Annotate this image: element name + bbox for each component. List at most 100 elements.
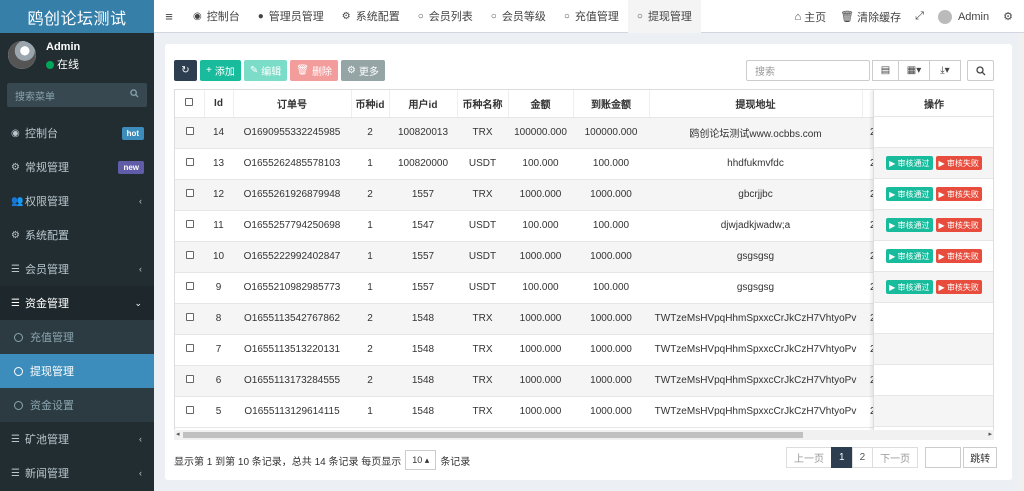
- table-cell: 1547: [389, 210, 457, 242]
- approve-button[interactable]: ▶ 审核通过: [886, 156, 933, 170]
- sidebar-item-fund-settings[interactable]: 资金设置: [0, 388, 154, 422]
- column-header[interactable]: 到账金额: [573, 90, 650, 118]
- row-checkbox[interactable]: [175, 272, 204, 304]
- table-row[interactable]: 6 O1655113173284555 2 1548 TRX 1000.000 1000.0…: [175, 365, 993, 397]
- table-row[interactable]: 12 O1655261926879948 2 1557 TRX 1000.000 1000.…: [175, 179, 993, 211]
- search-icon[interactable]: [130, 89, 139, 101]
- approve-button[interactable]: ▶ 审核通过: [886, 187, 933, 201]
- approve-button[interactable]: ▶ 审核通过: [886, 218, 933, 232]
- more-button[interactable]: ⚙ 更多: [340, 60, 385, 81]
- table-row[interactable]: 10 O1655222992402847 1 1557 USDT 1000.000 1000…: [175, 241, 993, 273]
- columns-button[interactable]: ▦▾: [898, 60, 930, 81]
- table-cell: USDT: [457, 272, 508, 304]
- row-checkbox[interactable]: [175, 148, 204, 180]
- tab-recharge[interactable]: ○ 充值管理: [555, 0, 628, 33]
- column-header[interactable]: 币种名称: [457, 90, 509, 118]
- page-button-2[interactable]: 2: [851, 447, 874, 468]
- page-size-select[interactable]: 10 ▴: [405, 450, 437, 470]
- reject-button[interactable]: ▶ 审核失败: [935, 187, 982, 201]
- column-header[interactable]: Id: [204, 90, 234, 118]
- reject-button[interactable]: ▶ 审核失败: [935, 218, 982, 232]
- edit-button[interactable]: ✎ 编辑: [243, 60, 288, 81]
- column-header[interactable]: 用户id: [389, 90, 458, 118]
- toggle-view-button[interactable]: ▤: [872, 60, 899, 81]
- approve-button[interactable]: ▶ 审核通过: [886, 249, 933, 263]
- sidebar-item-members[interactable]: ☰ 会员管理 ‹: [0, 252, 154, 286]
- table-row[interactable]: 5 O1655113129614115 1 1548 TRX 1000.000 1000.0…: [175, 396, 993, 428]
- row-checkbox[interactable]: [175, 334, 204, 366]
- sidebar-item-recharge[interactable]: 充值管理: [0, 320, 154, 354]
- home-link[interactable]: ⌂ 主页: [788, 9, 834, 25]
- sidebar-item-permission[interactable]: 👥 权限管理 ‹: [0, 184, 154, 218]
- select-all-checkbox[interactable]: [175, 90, 205, 118]
- add-button[interactable]: + 添加: [200, 60, 241, 81]
- table-row[interactable]: 9 O1655210982985773 1 1557 USDT 100.000 100.00…: [175, 272, 993, 304]
- scroll-right-icon[interactable]: ▸: [988, 430, 992, 438]
- table-row[interactable]: 8 O1655113542767862 2 1548 TRX 1000.000 1000.0…: [175, 303, 993, 335]
- page-button-1[interactable]: 1: [831, 447, 853, 468]
- sidebar-item-config[interactable]: ⚙ 系统配置: [0, 218, 154, 252]
- table-row[interactable]: 14 O1690955332245985 2 100820013 TRX 100000.0…: [175, 117, 993, 149]
- tab-config[interactable]: ⚙ 系统配置: [333, 0, 409, 33]
- table-cell: O1655113129614115: [233, 396, 351, 428]
- jump-button[interactable]: 跳转: [963, 447, 998, 468]
- menu-toggle-icon[interactable]: ≡: [154, 9, 184, 24]
- table-row[interactable]: 13 O1655262485578103 1 100820000 USDT 100.000…: [175, 148, 993, 180]
- table-cell: 鸥创论坛测试www.ocbbs.com: [649, 117, 862, 149]
- chevron-left-icon: ‹: [139, 196, 142, 206]
- row-checkbox[interactable]: [175, 179, 204, 211]
- sidebar-item-pool[interactable]: ☰ 矿池管理 ‹: [0, 422, 154, 456]
- chevron-left-icon: ‹: [139, 264, 142, 274]
- column-header[interactable]: 币种id: [351, 90, 390, 118]
- tab-admins[interactable]: ● 管理员管理: [249, 0, 333, 33]
- row-checkbox[interactable]: [175, 241, 204, 273]
- sidebar-item-withdraw[interactable]: 提现管理: [0, 354, 154, 388]
- row-checkbox[interactable]: [175, 210, 204, 242]
- column-header[interactable]: 提现地址: [649, 90, 863, 118]
- row-checkbox[interactable]: [175, 117, 204, 149]
- new-badge: new: [118, 161, 144, 174]
- row-checkbox[interactable]: [175, 303, 204, 335]
- reject-button[interactable]: ▶ 审核失败: [935, 280, 982, 294]
- table-row[interactable]: 7 O1655113513220131 2 1548 TRX 1000.000 1000.0…: [175, 334, 993, 366]
- table-cell: O1655222992402847: [233, 241, 351, 273]
- user-menu[interactable]: Admin: [931, 9, 996, 24]
- tab-member-level[interactable]: ○ 会员等级: [482, 0, 555, 33]
- table-cell: 1000.000: [508, 179, 573, 211]
- app-logo[interactable]: 鸥创论坛测试: [0, 0, 154, 33]
- clear-cache-button[interactable]: 🗑 清除缓存: [833, 9, 908, 25]
- tab-withdraw[interactable]: ○ 提现管理: [627, 0, 701, 33]
- sidebar-item-news[interactable]: ☰ 新闻管理 ‹: [0, 456, 154, 490]
- reject-button[interactable]: ▶ 审核失败: [935, 249, 982, 263]
- checkbox-icon: [185, 220, 194, 228]
- tab-member-list[interactable]: ○ 会员列表: [409, 0, 482, 33]
- sidebar-item-dashboard[interactable]: ◉ 控制台 hot: [0, 116, 154, 150]
- fullscreen-icon[interactable]: ⤢: [908, 10, 931, 23]
- scroll-left-icon[interactable]: ◂: [176, 430, 180, 438]
- next-page-button[interactable]: 下一页: [872, 447, 919, 468]
- column-header[interactable]: 订单号: [233, 90, 352, 118]
- table-row[interactable]: 11 O1655257794250698 1 1547 USDT 100.000 100.0…: [175, 210, 993, 242]
- horizontal-scrollbar[interactable]: ◂ ▸: [174, 430, 994, 440]
- sidebar-search-input[interactable]: 搜索菜单: [7, 83, 147, 107]
- refresh-button[interactable]: ↻: [174, 60, 197, 81]
- export-button[interactable]: ⤓▾: [929, 60, 961, 81]
- table-cell: 1000.000: [573, 303, 649, 335]
- row-checkbox[interactable]: [175, 396, 204, 428]
- page-scrollbar[interactable]: [1018, 33, 1024, 491]
- settings-gear-icon[interactable]: ⚙: [996, 10, 1020, 23]
- sidebar-item-general[interactable]: ⚙ 常规管理 new: [0, 150, 154, 184]
- delete-button[interactable]: 🗑 删除: [290, 60, 338, 81]
- approve-button[interactable]: ▶ 审核通过: [886, 280, 933, 294]
- jump-page-input[interactable]: [925, 447, 962, 468]
- scrollbar-thumb[interactable]: [183, 432, 803, 438]
- prev-page-button[interactable]: 上一页: [786, 447, 832, 468]
- table-cell: USDT: [457, 241, 508, 273]
- reject-button[interactable]: ▶ 审核失败: [935, 156, 982, 170]
- tab-dashboard[interactable]: ◉ 控制台: [184, 0, 249, 33]
- table-search-input[interactable]: 搜索: [746, 60, 870, 81]
- column-header[interactable]: 金额: [508, 90, 574, 118]
- table-search-button[interactable]: [967, 60, 994, 81]
- row-checkbox[interactable]: [175, 365, 204, 397]
- sidebar-item-funds[interactable]: ☰ 资金管理 ⌄: [0, 286, 154, 320]
